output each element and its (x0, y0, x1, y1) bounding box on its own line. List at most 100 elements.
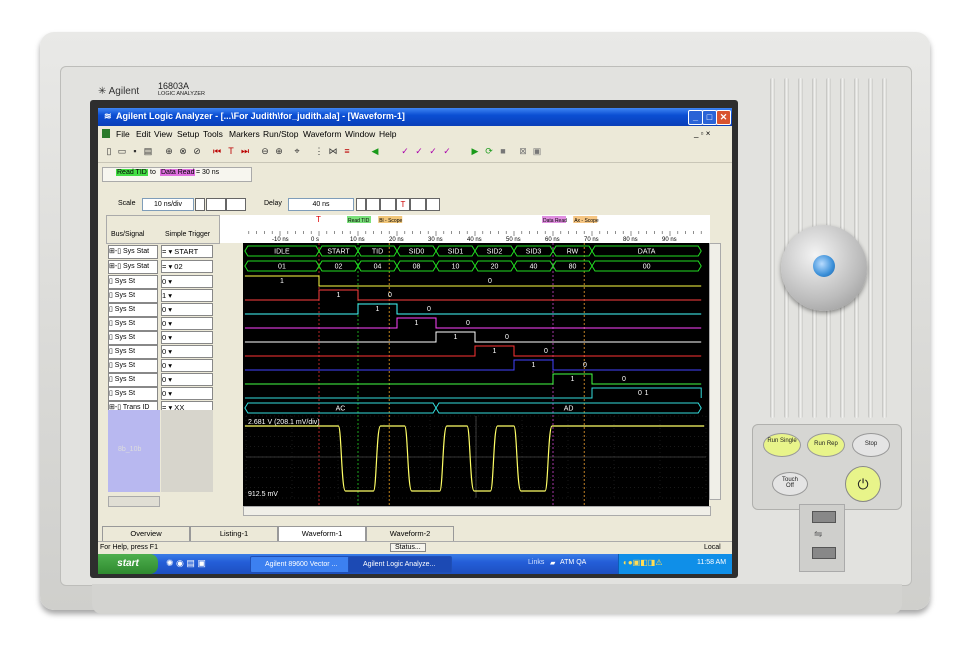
bus-sys-stat-hex-value: 02 (335, 264, 343, 271)
tab-overview-label: Overview (130, 529, 162, 538)
trigger-marker-icon: T (316, 215, 321, 224)
bus-sys-stat-value: SID0 (409, 249, 425, 256)
bus-sys-stat-hex-value: 01 (278, 264, 286, 271)
marker-label: Read TID (348, 218, 370, 224)
marker-label: Bl - Scope (379, 218, 402, 224)
tray-icons[interactable]: ◐●▣◧◨⚠ (623, 558, 663, 567)
bus-sys-stat-value: SID2 (487, 249, 503, 256)
atm-link[interactable]: ATM QA (560, 559, 586, 566)
time-tick-label: 70 ns (584, 237, 599, 243)
bus-sys-stat-hex-value: 08 (413, 264, 421, 271)
stop-button[interactable]: Stop (852, 433, 890, 457)
run-single-label: Run Single (767, 438, 797, 444)
bit-value-low: 0 (466, 320, 470, 327)
bus-sys-stat-hex-value: 04 (374, 264, 382, 271)
time-tick-label: 50 ns (506, 237, 521, 243)
bit-value-high: 1 (415, 320, 419, 327)
system-tray: ◐●▣◧◨⚠ 11:58 AM (618, 554, 732, 574)
model-label: 16803A LOGIC ANALYZER (158, 82, 205, 98)
status-bar: For Help, press F1 Status... Local (98, 541, 732, 554)
run-rep-label: Run Rep (814, 441, 838, 447)
bus-sys-stat-value: RW (567, 249, 579, 256)
agilent-logo: ✳ Agilent (98, 86, 140, 97)
signal-bit-trace (244, 359, 702, 371)
time-tick-label: 40 ns (467, 237, 482, 243)
bit-value-low: 0 (638, 390, 642, 397)
signal-bit-trace (244, 345, 702, 357)
signal-bit-trace (244, 331, 702, 343)
usb-symbol-icon: ⇋ (814, 529, 823, 540)
brand-name: Agilent (108, 86, 140, 97)
tab-waveform-1[interactable]: Waveform-1 (278, 526, 366, 542)
bit-value-high: 1 (337, 292, 341, 299)
clock: 11:58 AM (697, 559, 727, 566)
tab-listing-1-label: Listing-1 (219, 529, 249, 538)
signal-bit-trace (244, 373, 702, 385)
bit-value-low: 0 (583, 362, 587, 369)
rotary-knob[interactable] (781, 225, 867, 311)
bit-value-low: 0 (427, 306, 431, 313)
marker-label: Data Read (543, 218, 567, 224)
bus-sys-stat-value: DATA (638, 249, 656, 256)
stop-label: Stop (864, 441, 878, 447)
bus-sys-stat-value: SID1 (448, 249, 464, 256)
usb-port-icon[interactable] (812, 511, 836, 523)
start-button[interactable]: start (98, 554, 158, 574)
run-rep-button[interactable]: Run Rep (807, 433, 845, 457)
time-tick-label: 90 ns (662, 237, 677, 243)
bit-value-high: 1 (571, 376, 575, 383)
bus-sys-stat-value: SID3 (526, 249, 542, 256)
model-subtitle: LOGIC ANALYZER (158, 91, 205, 97)
signal-bit-trace (244, 303, 702, 315)
start-label: start (117, 558, 139, 569)
usb-panel: ⇋ (799, 504, 845, 572)
tab-listing-1[interactable]: Listing-1 (190, 526, 278, 542)
bit-value-high: 1 (493, 348, 497, 355)
model-number: 16803A (158, 81, 190, 91)
bus-sys-stat-value: TID (372, 249, 383, 256)
bus-sys-stat-hex-value: 20 (491, 264, 499, 271)
horizontal-scrollbar[interactable] (243, 506, 711, 516)
bus-sys-stat-hex-value: 10 (452, 264, 460, 271)
task-logic-analyzer[interactable]: Agilent Logic Analyze... (348, 556, 452, 573)
bit-value-low: 0 (544, 348, 548, 355)
time-tick-label: 30 ns (428, 237, 443, 243)
status-mode: Local (704, 544, 721, 551)
tab-overview[interactable]: Overview (102, 526, 190, 542)
bus-sys-stat-value: START (327, 249, 350, 256)
quick-launch-icons[interactable]: ✺ ◉ ▤ ▣ (166, 558, 206, 569)
touch-off-button[interactable]: Touch Off (772, 472, 808, 496)
scope-bottom-reading: 912.5 mV (248, 491, 278, 498)
bus-sys-stat-value: IDLE (274, 249, 290, 256)
bit-value-low: 0 (505, 334, 509, 341)
links-toolbar[interactable]: Links (528, 559, 544, 566)
bus-sys-stat-hex-value: 40 (530, 264, 538, 271)
marker-label: Ax - Scope (574, 218, 599, 224)
status-button[interactable]: Status... (390, 543, 426, 552)
power-icon[interactable]: ⏻ (845, 466, 881, 502)
screen: ≋ Agilent Logic Analyzer - [...\For Judi… (98, 108, 732, 574)
signal-bit-trace (244, 387, 702, 399)
folder-icon: ▰ (550, 560, 556, 567)
signal-bit-trace (244, 289, 702, 301)
run-single-button[interactable]: Run Single (763, 433, 801, 457)
bit-value-high: 1 (454, 334, 458, 341)
bit-value-high: 1 (376, 306, 380, 313)
bit-value-low: 0 (622, 376, 626, 383)
vertical-scrollbar[interactable] (709, 243, 721, 500)
bit-value-high: 1 (532, 362, 536, 369)
time-tick-label: 20 ns (389, 237, 404, 243)
usb-port-icon[interactable] (812, 547, 836, 559)
bus-sys-stat-hex-value: 00 (643, 264, 651, 271)
bit-value-high: 1 (645, 390, 649, 397)
bottom-strip (92, 584, 902, 614)
time-tick-label: 80 ns (623, 237, 638, 243)
tab-waveform-2[interactable]: Waveform-2 (366, 526, 454, 542)
signal-bit-trace (244, 317, 702, 329)
time-tick-label: 0 s (311, 237, 319, 243)
time-tick-label: 60 ns (545, 237, 560, 243)
bus-sys-stat-hex-value: 80 (569, 264, 577, 271)
bit-value-low: 0 (388, 292, 392, 299)
task-vector-analyzer[interactable]: Agilent 89600 Vector ... (250, 556, 350, 573)
waveform-canvas: -10 ns 0 s 10 ns 20 ns 30 ns 40 ns 50 ns 60 ns 7… (244, 215, 707, 514)
